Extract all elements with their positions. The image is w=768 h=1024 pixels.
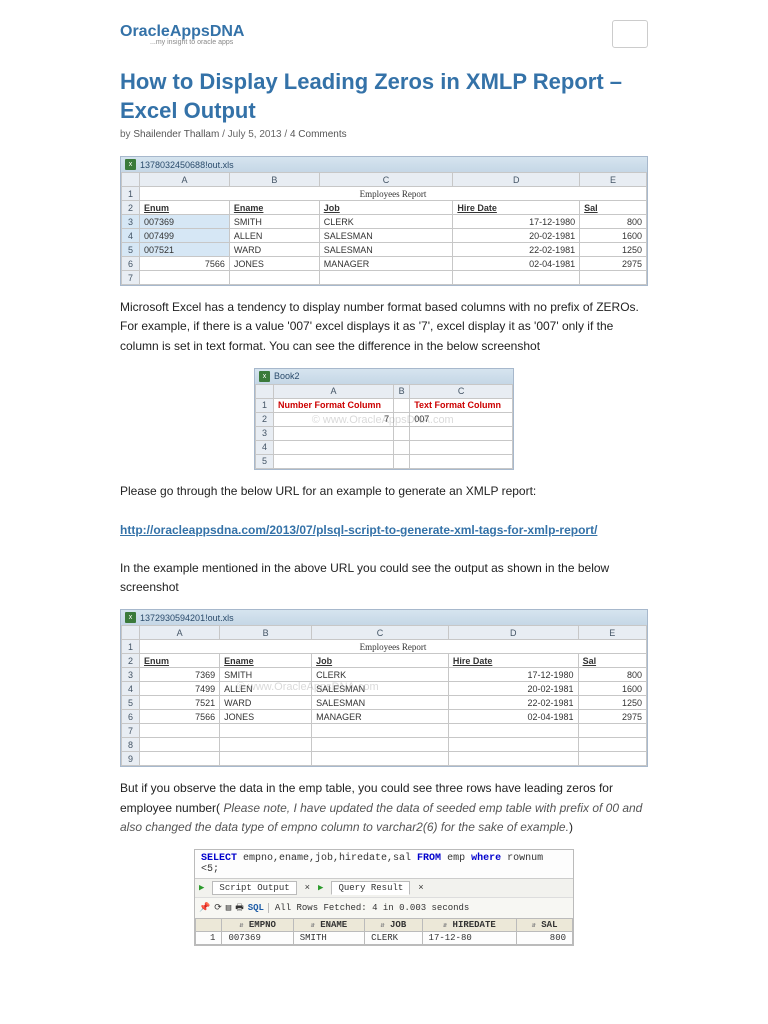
- paragraph-3: In the example mentioned in the above UR…: [120, 559, 648, 597]
- excel-icon: x: [125, 612, 136, 623]
- by-label: by: [120, 129, 131, 140]
- excel-titlebar: x 1378032450688!out.xls: [121, 157, 647, 172]
- comments-link[interactable]: 4 Comments: [290, 129, 347, 140]
- sql-toolbar: 📌 ⟳ ▤ 🖶 SQL All Rows Fetched: 4 in 0.003…: [195, 897, 573, 918]
- excel-grid-1: ABCDE 1Employees Report 2EnumEnameJobHir…: [121, 172, 647, 285]
- site-header: OracleAppsDNA ...my insight to oracle ap…: [120, 20, 648, 48]
- fetch-status: All Rows Fetched: 4 in 0.003 seconds: [268, 903, 469, 913]
- run-icon-2[interactable]: ▶: [318, 883, 323, 893]
- table-row: 1 007369 SMITH CLERK 17-12-80 800: [196, 931, 573, 944]
- article-title: How to Display Leading Zeros in XMLP Rep…: [120, 68, 648, 125]
- sql-result-table: ⇵ EMPNO ⇵ ENAME ⇵ JOB ⇵ HIREDATE ⇵ SAL 1…: [195, 918, 573, 945]
- excel-screenshot-1: x 1378032450688!out.xls ABCDE 1Employees…: [120, 156, 648, 286]
- report-title-3: Employees Report: [140, 640, 647, 654]
- excel-titlebar-2: x Book2: [255, 369, 513, 384]
- excel-screenshot-2: x Book2 ABC 1Number Format ColumnText Fo…: [254, 368, 514, 470]
- tab-query-result[interactable]: Query Result: [331, 881, 410, 895]
- sort-icon[interactable]: ⇵: [311, 922, 315, 930]
- sql-screenshot: SELECT empno,ename,job,hiredate,sal FROM…: [194, 849, 574, 946]
- pin-icon[interactable]: 📌: [199, 903, 210, 913]
- menu-toggle-button[interactable]: [612, 20, 648, 48]
- sql-query: SELECT empno,ename,job,hiredate,sal FROM…: [195, 850, 573, 878]
- sql-label[interactable]: SQL: [248, 903, 264, 913]
- paragraph-2: Please go through the below URL for an e…: [120, 482, 648, 501]
- refresh-icon[interactable]: ⟳: [214, 903, 222, 913]
- excel-filename-3: 1372930594201!out.xls: [140, 613, 234, 623]
- reference-link-block: http://oracleappsdna.com/2013/07/plsql-s…: [120, 521, 648, 539]
- excel-grid-2: ABC 1Number Format ColumnText Format Col…: [255, 384, 513, 469]
- post-date: July 5, 2013: [228, 129, 282, 140]
- close-icon-2[interactable]: ×: [418, 883, 423, 893]
- excel-icon: x: [125, 159, 136, 170]
- sort-icon[interactable]: ⇵: [380, 922, 384, 930]
- logo-tagline: ...my insight to oracle apps: [120, 39, 244, 46]
- run-icon[interactable]: ▶: [199, 883, 204, 893]
- excel-icon: x: [259, 371, 270, 382]
- excel-filename: 1378032450688!out.xls: [140, 160, 234, 170]
- close-icon[interactable]: ×: [305, 883, 310, 893]
- sort-icon[interactable]: ⇵: [239, 922, 243, 930]
- paragraph-4: But if you observe the data in the emp t…: [120, 779, 648, 837]
- excel-grid-3: ABCDE 1Employees Report 2EnumEnameJobHir…: [121, 625, 647, 766]
- p4-text-c: ): [569, 820, 573, 834]
- author-link[interactable]: Shailender Thallam: [133, 129, 219, 140]
- paragraph-1: Microsoft Excel has a tendency to displa…: [120, 298, 648, 356]
- sql-tabbar: ▶ Script Output × ▶ Query Result ×: [195, 878, 573, 897]
- excel-filename-2: Book2: [274, 371, 300, 381]
- report-title: Employees Report: [140, 187, 647, 201]
- article-meta: by Shailender Thallam / July 5, 2013 / 4…: [120, 129, 648, 140]
- print-icon[interactable]: 🖶: [235, 900, 244, 916]
- export-icon[interactable]: ▤: [226, 903, 231, 913]
- tab-script-output[interactable]: Script Output: [212, 881, 296, 895]
- sort-icon[interactable]: ⇵: [532, 922, 536, 930]
- excel-titlebar-3: x 1372930594201!out.xls: [121, 610, 647, 625]
- excel-screenshot-3: x 1372930594201!out.xls ABCDE 1Employees…: [120, 609, 648, 767]
- site-logo[interactable]: OracleAppsDNA ...my insight to oracle ap…: [120, 23, 244, 46]
- reference-link[interactable]: http://oracleappsdna.com/2013/07/plsql-s…: [120, 523, 597, 537]
- sort-icon[interactable]: ⇵: [443, 922, 447, 930]
